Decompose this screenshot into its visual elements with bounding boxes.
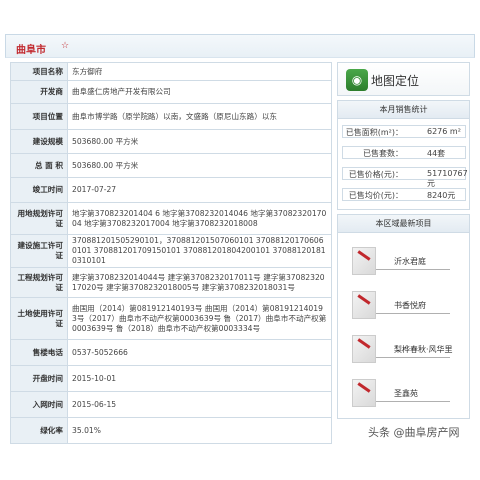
- stat-value: 8240元: [427, 191, 456, 200]
- field-label: 绿化率: [10, 417, 68, 444]
- list-item[interactable]: 圣鑫苑: [344, 375, 462, 411]
- divider: [376, 313, 450, 314]
- field-value: 35.01%: [67, 417, 332, 444]
- project-thumbnail: [352, 247, 376, 275]
- divider: [376, 269, 450, 270]
- divider: [376, 401, 450, 402]
- project-name-link[interactable]: 梨桦春秋·风华里: [394, 344, 453, 355]
- table-row: 售楼电话 0537-5052666: [10, 339, 332, 366]
- field-label: 项目名称: [10, 62, 68, 81]
- field-value: 曲阜市博学路（原学院路）以南，文盛路（原尼山东路）以东: [67, 103, 332, 130]
- field-label: 建设规模: [10, 129, 68, 154]
- field-label: 项目位置: [10, 103, 68, 130]
- table-row: 工程规划许可证 建字第3708232014044号 建字第370823201701…: [10, 267, 332, 298]
- map-icon: ◉: [346, 69, 368, 91]
- table-row: 土地使用许可证 曲国用（2014）第081912140193号 曲国用（2014）…: [10, 297, 332, 340]
- field-value: 370881201505290101，370881201507060101 37…: [67, 234, 332, 268]
- stat-row: 已售套数： 44套: [342, 146, 466, 159]
- stat-row: 已售均价(元)： 8240元: [342, 188, 466, 201]
- stat-value: 44套: [427, 149, 446, 158]
- table-row: 开发商 曲阜盛仁房地产开发有限公司: [10, 80, 332, 104]
- field-value: 503680.00 平方米: [67, 153, 332, 178]
- divider: [376, 357, 450, 358]
- table-row: 建设规模 503680.00 平方米: [10, 129, 332, 154]
- nearby-projects-panel: 本区域最新项目 沂水君庭 书香悦府 梨桦春秋·风华里 圣鑫苑: [337, 214, 470, 419]
- field-label: 用地规划许可证: [10, 202, 68, 235]
- field-value: 503680.00 平方米: [67, 129, 332, 154]
- field-value: 2017-07-27: [67, 177, 332, 203]
- project-name-link[interactable]: 沂水君庭: [394, 256, 426, 267]
- favorite-star-icon[interactable]: ☆: [61, 41, 69, 51]
- table-row: 总 面 积 503680.00 平方米: [10, 153, 332, 178]
- project-thumbnail: [352, 335, 376, 363]
- table-row: 开盘时间 2015-10-01: [10, 365, 332, 392]
- field-label: 售楼电话: [10, 339, 68, 366]
- field-label: 开发商: [10, 80, 68, 104]
- list-item[interactable]: 梨桦春秋·风华里: [344, 331, 462, 367]
- watermark: 头条 @曲阜房产网: [368, 424, 460, 440]
- field-label: 总 面 积: [10, 153, 68, 178]
- field-value: 2015-06-15: [67, 391, 332, 418]
- table-row: 建设施工许可证 370881201505290101，37088120150706…: [10, 234, 332, 268]
- stat-label: 已售面积(m²)：: [345, 128, 403, 137]
- map-location-button[interactable]: ◉ 地图定位: [337, 62, 470, 96]
- field-label: 建设施工许可证: [10, 234, 68, 268]
- field-value: 2015-10-01: [67, 365, 332, 392]
- field-label: 入网时间: [10, 391, 68, 418]
- field-value: 东方御府: [67, 62, 332, 81]
- field-value: 地字第370823201404 6 地字第3708232014046 地字第37…: [67, 202, 332, 235]
- city-title: 曲阜市: [16, 45, 46, 56]
- monthly-sales-title: 本月销售统计: [338, 101, 469, 119]
- field-label: 工程规划许可证: [10, 267, 68, 298]
- stat-row: 已售价格(元)： 51710767元: [342, 167, 468, 188]
- field-value: 建字第3708232014044号 建字第3708232017011号 建字第3…: [67, 267, 332, 298]
- stat-row: 已售面积(m²)： 6276 m²: [342, 125, 466, 138]
- list-item[interactable]: 沂水君庭: [344, 243, 462, 279]
- monthly-sales-panel: 本月销售统计 已售面积(m²)： 6276 m² 已售套数： 44套 已售价格(元)…: [337, 100, 470, 210]
- project-name-link[interactable]: 圣鑫苑: [394, 388, 418, 399]
- nearby-projects-title: 本区域最新项目: [338, 215, 469, 233]
- table-row: 竣工时间 2017-07-27: [10, 177, 332, 203]
- project-info-table: 项目名称 东方御府 开发商 曲阜盛仁房地产开发有限公司 项目位置 曲阜市博学路（原学院…: [10, 62, 332, 444]
- stat-label: 已售均价(元)：: [348, 191, 403, 200]
- page-header: 曲阜市 ☆: [5, 34, 475, 58]
- table-row: 用地规划许可证 地字第370823201404 6 地字第370823201404…: [10, 202, 332, 235]
- field-value: 曲阜盛仁房地产开发有限公司: [67, 80, 332, 104]
- table-row: 项目名称 东方御府: [10, 62, 332, 81]
- watermark-text: 头条 @曲阜房产网: [368, 426, 460, 439]
- map-location-label: 地图定位: [371, 74, 420, 88]
- project-thumbnail: [352, 379, 376, 407]
- table-row: 绿化率 35.01%: [10, 417, 332, 444]
- field-label: 土地使用许可证: [10, 297, 68, 340]
- field-label: 竣工时间: [10, 177, 68, 203]
- stat-value: 6276 m²: [427, 127, 461, 136]
- table-row: 项目位置 曲阜市博学路（原学院路）以南，文盛路（原尼山东路）以东: [10, 103, 332, 130]
- stat-label: 已售价格(元)：: [348, 170, 403, 179]
- field-value: 0537-5052666: [67, 339, 332, 366]
- project-name-link[interactable]: 书香悦府: [394, 300, 426, 311]
- field-label: 开盘时间: [10, 365, 68, 392]
- stat-label: 已售套数：: [363, 149, 403, 158]
- table-row: 入网时间 2015-06-15: [10, 391, 332, 418]
- stat-value: 51710767元: [427, 169, 468, 188]
- project-thumbnail: [352, 291, 376, 319]
- field-value: 曲国用（2014）第081912140193号 曲国用（2014）第081912…: [67, 297, 332, 340]
- list-item[interactable]: 书香悦府: [344, 287, 462, 323]
